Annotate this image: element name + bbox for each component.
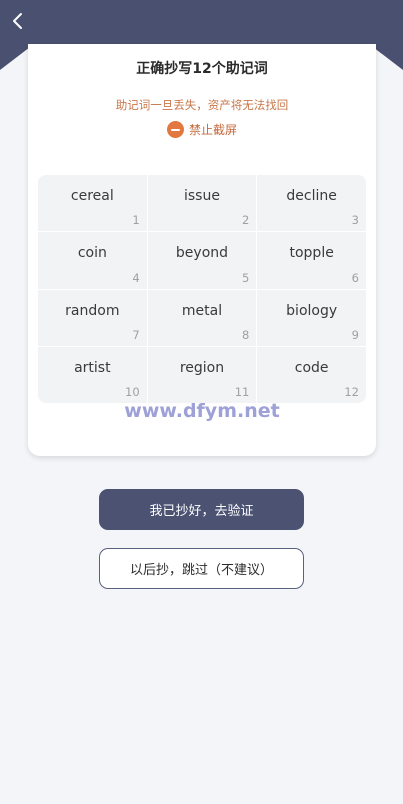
word-index: 2 (242, 213, 250, 228)
word-index: 11 (234, 385, 250, 399)
mnemonic-grid: cereal 1 issue 2 decline 3 coin 4 beyond 5 to… (38, 175, 366, 403)
word-index: 4 (132, 270, 140, 285)
word-text: beyond (175, 245, 229, 262)
mnemonic-word: biology 9 (257, 289, 366, 346)
no-screenshot-label: 禁止截屏 (188, 123, 237, 137)
mnemonic-word: artist 10 (38, 346, 147, 403)
mnemonic-word: region 11 (147, 346, 257, 403)
word-text: cereal (70, 188, 114, 204)
word-index: 7 (132, 327, 140, 342)
word-text: decline (286, 188, 337, 204)
chevron-left-icon (13, 13, 22, 29)
word-index: 10 (125, 385, 140, 399)
word-text: topple (289, 245, 334, 262)
mnemonic-word: coin 4 (38, 232, 147, 289)
word-index: 12 (344, 385, 359, 399)
mnemonic-word: topple 6 (257, 232, 366, 289)
word-text: issue (184, 188, 220, 204)
skip-button[interactable]: 以后抄，跳过（不建议） (99, 548, 304, 589)
back-button[interactable] (8, 10, 30, 32)
word-text: biology (286, 302, 338, 319)
word-index: 6 (351, 270, 359, 285)
word-index: 1 (132, 213, 140, 228)
header-bar (0, 0, 403, 45)
word-index: 9 (351, 327, 359, 342)
no-screenshot-notice: 禁止截屏 (28, 121, 376, 138)
minus-circle-icon (166, 121, 184, 138)
word-index: 3 (351, 213, 359, 228)
word-index: 8 (242, 327, 250, 342)
mnemonic-word: decline 3 (257, 175, 366, 232)
verify-button[interactable]: 我已抄好，去验证 (99, 489, 304, 530)
word-text: coin (77, 245, 107, 262)
mnemonic-word: issue 2 (147, 175, 257, 232)
word-text: artist (74, 359, 111, 376)
watermark: www.dfym.net (124, 400, 280, 422)
word-text: random (65, 302, 120, 319)
word-text: metal (181, 302, 223, 319)
mnemonic-card: 正确抄写12个助记词 助记词一旦丢失，资产将无法找回 禁止截屏 cereal 1 … (28, 44, 376, 456)
mnemonic-word: code 12 (257, 346, 366, 403)
word-index: 5 (242, 270, 250, 285)
mnemonic-word: cereal 1 (38, 175, 147, 232)
word-text: code (294, 359, 329, 376)
page-title: 正确抄写12个助记词 (136, 61, 268, 77)
mnemonic-word: metal 8 (147, 289, 257, 346)
loss-warning: 助记词一旦丢失，资产将无法找回 (115, 98, 289, 112)
word-text: region (179, 359, 225, 376)
mnemonic-word: random 7 (38, 289, 147, 346)
mnemonic-word: beyond 5 (147, 232, 257, 289)
